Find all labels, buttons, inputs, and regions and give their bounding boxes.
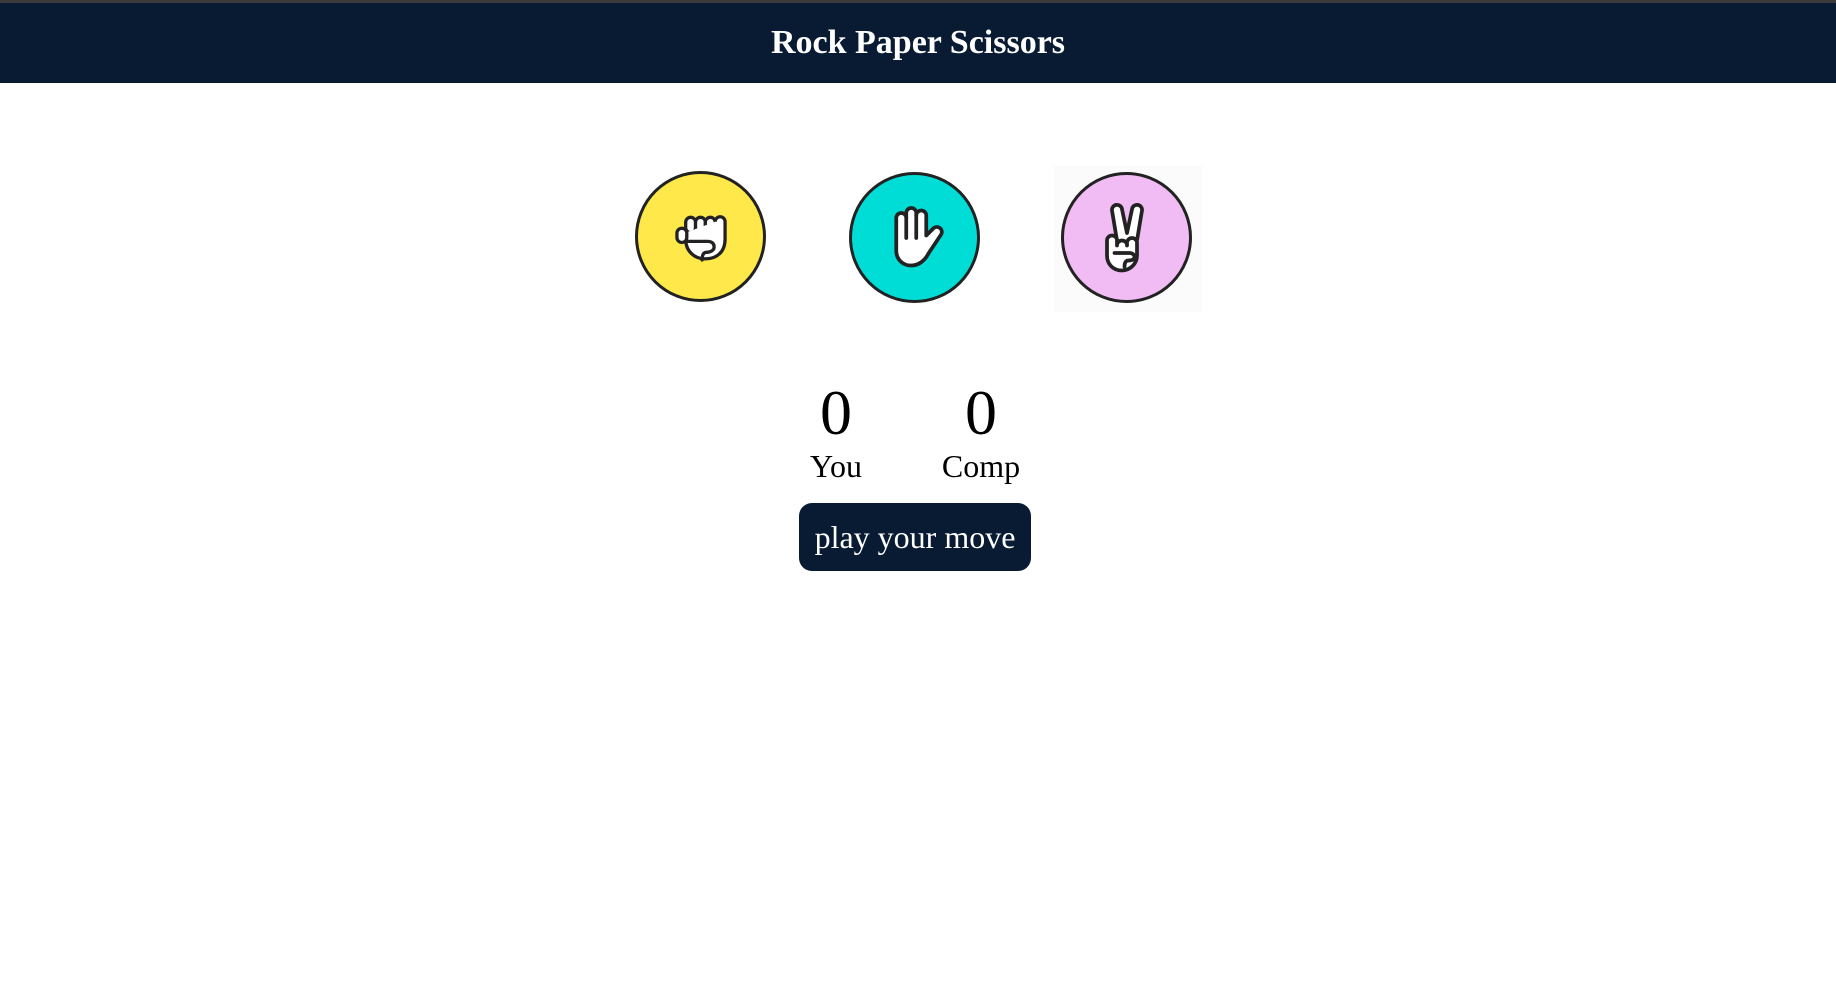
user-score-label: You	[810, 448, 862, 484]
open-hand-icon	[893, 205, 944, 267]
comp-score-panel: 0 Comp	[931, 377, 1031, 485]
user-score: 0	[820, 377, 852, 448]
scissors-choice[interactable]	[1061, 172, 1192, 303]
user-score-panel: 0 You	[786, 377, 886, 485]
comp-score: 0	[965, 377, 997, 448]
app-header: Rock Paper Scissors	[0, 3, 1836, 83]
rock-choice[interactable]	[635, 171, 766, 302]
comp-score-label: Comp	[941, 448, 1021, 484]
fist-icon	[674, 214, 727, 262]
message-button[interactable]: play your move	[799, 503, 1031, 571]
paper-choice[interactable]	[849, 172, 980, 303]
page-title: Rock Paper Scissors	[770, 24, 1066, 61]
peace-hand-icon	[1104, 202, 1144, 272]
